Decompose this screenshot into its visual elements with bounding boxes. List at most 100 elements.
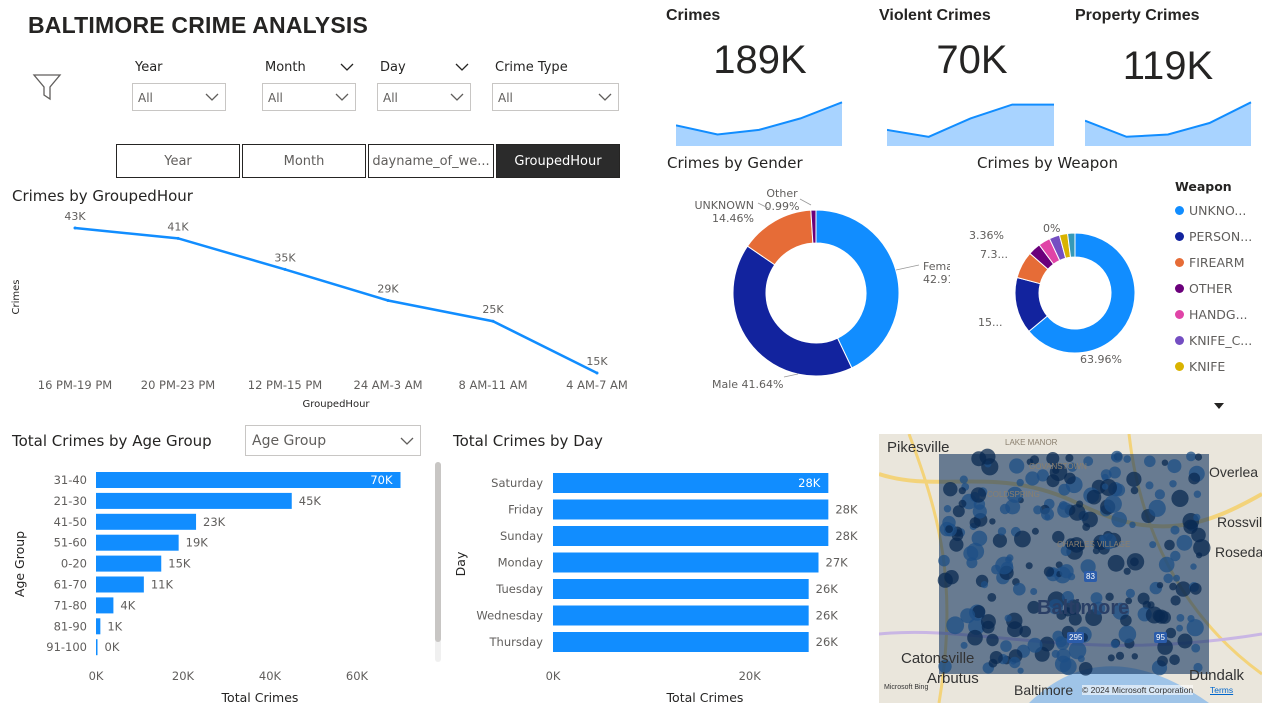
hour-point — [176, 236, 180, 240]
age-data-label: 45K — [299, 494, 322, 508]
map-heat-dot — [1170, 525, 1180, 535]
map-place-label: LAKE MANOR — [1005, 438, 1058, 447]
map-heat-dot — [987, 593, 997, 602]
filter-icon[interactable] — [32, 72, 62, 106]
kpi-trend-area — [1085, 102, 1251, 146]
weapon-data-label: 0% — [1043, 222, 1060, 235]
weapon-legend-label: OTHER — [1189, 280, 1233, 296]
map-place-label: Overlea — [1209, 464, 1259, 480]
weapon-legend-item[interactable]: PERSON... — [1175, 223, 1270, 249]
kpi-title: Property Crimes — [1075, 7, 1200, 24]
age-data-label: 19K — [186, 536, 209, 550]
legend-dot-icon — [1175, 361, 1184, 371]
map-heat-dot — [1046, 474, 1060, 488]
map-heat-dot — [1000, 640, 1012, 652]
slicer-dropdown-month[interactable]: All — [262, 83, 356, 111]
crime-heat-map[interactable]: Pikesville Overlea Rossvil Rosedale Baltimor… — [879, 434, 1262, 703]
map-place-label: CHARLES VILLAGE — [1057, 540, 1131, 549]
slicer-dropdown-year[interactable]: All — [132, 83, 226, 111]
gender-leader-line — [895, 264, 920, 271]
day-data-label: 26K — [816, 609, 839, 623]
chevron-down-icon[interactable] — [340, 60, 354, 74]
age-data-label: 1K — [107, 619, 122, 633]
weapon-legend-item[interactable]: UNKNO... — [1175, 197, 1270, 223]
map-heat-dot — [1171, 489, 1189, 507]
tab-daynameofwe[interactable]: dayname_of_we... — [368, 144, 494, 178]
age-bar — [96, 513, 197, 530]
kpi-value: 119K — [1122, 44, 1214, 88]
age-group-dropdown[interactable]: Age Group — [245, 425, 421, 456]
map-heat-dot — [1078, 662, 1093, 676]
weapon-legend-item[interactable]: KNIFE_C... — [1175, 327, 1270, 353]
kpi-trend-sparkline — [676, 101, 843, 146]
map-heat-dot — [1161, 459, 1169, 466]
weapon-donut-chart: 63.96% 15... 7.3... 3.36% 0% — [969, 222, 1136, 366]
map-heat-dot — [1016, 478, 1024, 487]
map-heat-dot — [1107, 554, 1125, 572]
map-heat-dot — [1027, 637, 1043, 653]
day-category-label: Thursday — [489, 635, 544, 649]
map-heat-dot — [1148, 499, 1166, 517]
map-heat-dot — [1126, 471, 1142, 487]
map-place-label: COLDSPRING — [987, 490, 1040, 499]
map-heat-dot — [1030, 588, 1038, 595]
map-heat-dot — [959, 475, 968, 484]
kpi-value: 189K — [713, 38, 807, 82]
map-heat-dot — [1187, 615, 1195, 623]
map-heat-dot — [1065, 454, 1074, 462]
legend-dot-icon — [1175, 231, 1184, 241]
map-heat-dot — [1176, 614, 1185, 622]
age-bar — [96, 534, 179, 551]
map-heat-dot — [960, 641, 968, 649]
weapon-data-label: 3.36% — [969, 229, 1004, 242]
weapon-legend-item[interactable]: HANDG... — [1175, 301, 1270, 327]
map-heat-dot — [1189, 582, 1202, 595]
map-place-label: Baltimore — [1014, 682, 1074, 698]
tab-month[interactable]: Month — [242, 144, 366, 178]
hour-point — [283, 267, 287, 271]
map-heat-dot — [1107, 654, 1115, 662]
chevron-down-icon — [335, 93, 349, 101]
hour-chart-title: Crimes by GroupedHour — [12, 187, 193, 205]
weapon-legend-item[interactable]: KNIFE — [1175, 353, 1270, 379]
map-heat-dot — [1156, 582, 1164, 589]
map-heat-dot — [1017, 667, 1024, 674]
tab-groupedhour[interactable]: GroupedHour — [496, 144, 620, 178]
map-heat-dot — [1183, 519, 1198, 534]
tab-year[interactable]: Year — [116, 144, 240, 178]
age-data-label: 70K — [370, 473, 393, 487]
map-place-label: GOVANSTOWN — [1029, 462, 1087, 471]
map-heat-dot — [1170, 595, 1181, 606]
map-heat-dot — [1196, 552, 1203, 559]
map-terms-link[interactable]: Terms — [1210, 685, 1233, 695]
chevron-down-icon[interactable] — [455, 60, 469, 74]
legend-dot-icon — [1175, 257, 1184, 267]
map-heat-dot — [1009, 458, 1025, 474]
slicer-dropdown-day[interactable]: All — [377, 83, 471, 111]
map-place-label: Rossvil — [1217, 514, 1262, 530]
legend-dot-icon — [1175, 309, 1184, 319]
weapon-legend-label: FIREARM — [1189, 254, 1245, 270]
weapon-data-label: 15... — [978, 316, 1003, 329]
map-heat-dot — [1110, 639, 1120, 649]
day-y-axis-label: Day — [453, 551, 468, 576]
age-category-label: 41-50 — [54, 515, 87, 529]
hour-point — [73, 226, 77, 230]
map-heat-dot — [1111, 511, 1127, 528]
day-category-label: Saturday — [491, 476, 543, 490]
age-group-dropdown-label: Age Group — [252, 433, 327, 449]
age-x-axis-label: Total Crimes — [221, 690, 299, 705]
kpi-trend-sparkline — [887, 103, 1054, 146]
weapon-legend-item[interactable]: FIREARM — [1175, 249, 1270, 275]
slicer-dropdown-crime-type[interactable]: All — [492, 83, 619, 111]
legend-scroll-down-icon[interactable] — [1213, 396, 1225, 415]
hour-line-chart: 43K 16 PM-19 PM 41K 20 PM-23 PM 35K 12 PM-15 … — [11, 210, 628, 410]
map-heat-dot — [1043, 566, 1055, 577]
map-heat-dot — [1137, 592, 1150, 605]
age-bar — [96, 576, 144, 593]
day-bar — [553, 552, 819, 573]
map-heat-dot — [1013, 582, 1026, 596]
hour-tick-label: 4 AM-7 AM — [566, 378, 628, 392]
weapon-legend-item[interactable]: OTHER — [1175, 275, 1270, 301]
gender-chart-title: Crimes by Gender — [667, 154, 803, 172]
